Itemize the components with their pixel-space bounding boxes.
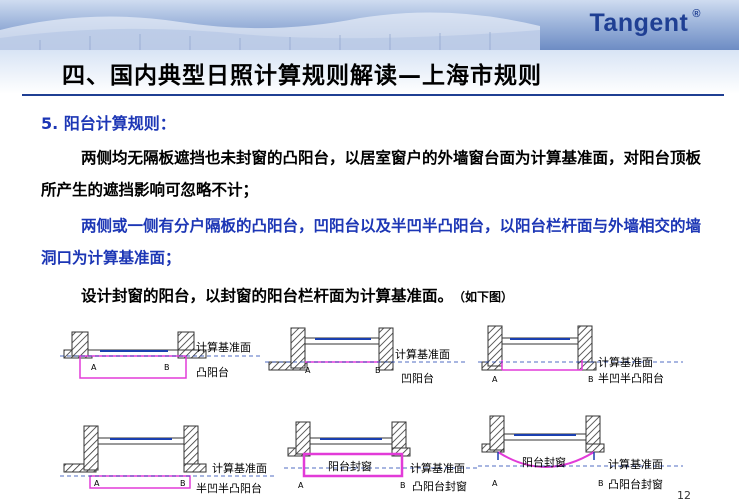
paragraph-enclosed-balcony: 设计封窗的阳台，以封窗的阳台栏杆面为计算基准面。 （如下图） <box>81 287 514 305</box>
figure-convex-balcony: A B 计算基准面 凸阳台 <box>60 331 260 379</box>
svg-text:半凹半凸阳台: 半凹半凸阳台 <box>196 481 262 495</box>
slide-title: 四、国内典型日照计算规则解读—上海市规则 <box>62 63 542 89</box>
svg-text:A: A <box>298 481 304 490</box>
figure-semi-balcony: A B 计算基准面 半凹半凸阳台 <box>478 325 683 385</box>
svg-text:A: A <box>94 479 100 488</box>
svg-text:计算基准面: 计算基准面 <box>395 347 450 361</box>
svg-text:B: B <box>598 479 604 488</box>
svg-text:计算基准面: 计算基准面 <box>598 355 653 369</box>
figure-enclosed-bay-balcony: 阳台封窗 A B 计算基准面 凸阳台封窗 <box>478 415 683 491</box>
title-divider <box>22 94 724 96</box>
svg-text:阳台封窗: 阳台封窗 <box>328 459 372 473</box>
section-heading: 5. 阳台计算规则： <box>41 114 176 133</box>
svg-text:凸阳台封窗: 凸阳台封窗 <box>412 479 467 493</box>
svg-text:B: B <box>375 366 381 375</box>
svg-text:A: A <box>305 366 311 375</box>
svg-text:A: A <box>492 375 498 384</box>
header-banner: Tangent ® <box>0 0 739 50</box>
page-number: 12 <box>677 489 691 502</box>
svg-text:凸阳台: 凸阳台 <box>196 365 229 379</box>
svg-text:A: A <box>91 363 97 372</box>
brand-logo: Tangent ® <box>589 8 701 37</box>
svg-text:计算基准面: 计算基准面 <box>212 461 267 475</box>
figure-enclosed-balcony: 阳台封窗 A B 计算基准面 凸阳台封窗 <box>284 421 479 493</box>
svg-text:凸阳台封窗: 凸阳台封窗 <box>608 477 663 491</box>
figure-concave-balcony: A B 计算基准面 凹阳台 <box>265 327 465 385</box>
svg-text:计算基准面: 计算基准面 <box>410 461 465 475</box>
svg-text:B: B <box>180 479 186 488</box>
paragraph-convex-balcony: 两侧均无隔板遮挡也未封窗的凸阳台，以居室窗户的外墙窗台面为计算基准面，对阳台顶板… <box>41 149 702 199</box>
svg-text:阳台封窗: 阳台封窗 <box>522 455 566 469</box>
svg-text:B: B <box>400 481 406 490</box>
svg-text:B: B <box>164 363 170 372</box>
svg-text:A: A <box>492 479 498 488</box>
figure-semi-balcony-2: A B 计算基准面 半凹半凸阳台 <box>60 425 275 495</box>
svg-text:计算基准面: 计算基准面 <box>196 340 251 354</box>
paragraph-partitioned-balcony: 两侧或一侧有分户隔板的凸阳台，凹阳台以及半凹半凸阳台，以阳台栏杆面与外墙相交的墙… <box>41 217 702 267</box>
svg-text:凹阳台: 凹阳台 <box>401 371 434 385</box>
airport-skyline-image <box>0 12 540 50</box>
svg-text:半凹半凸阳台: 半凹半凸阳台 <box>598 371 664 385</box>
svg-text:计算基准面: 计算基准面 <box>608 457 663 471</box>
svg-text:B: B <box>588 375 594 384</box>
figure-note: （如下图） <box>459 290 514 304</box>
